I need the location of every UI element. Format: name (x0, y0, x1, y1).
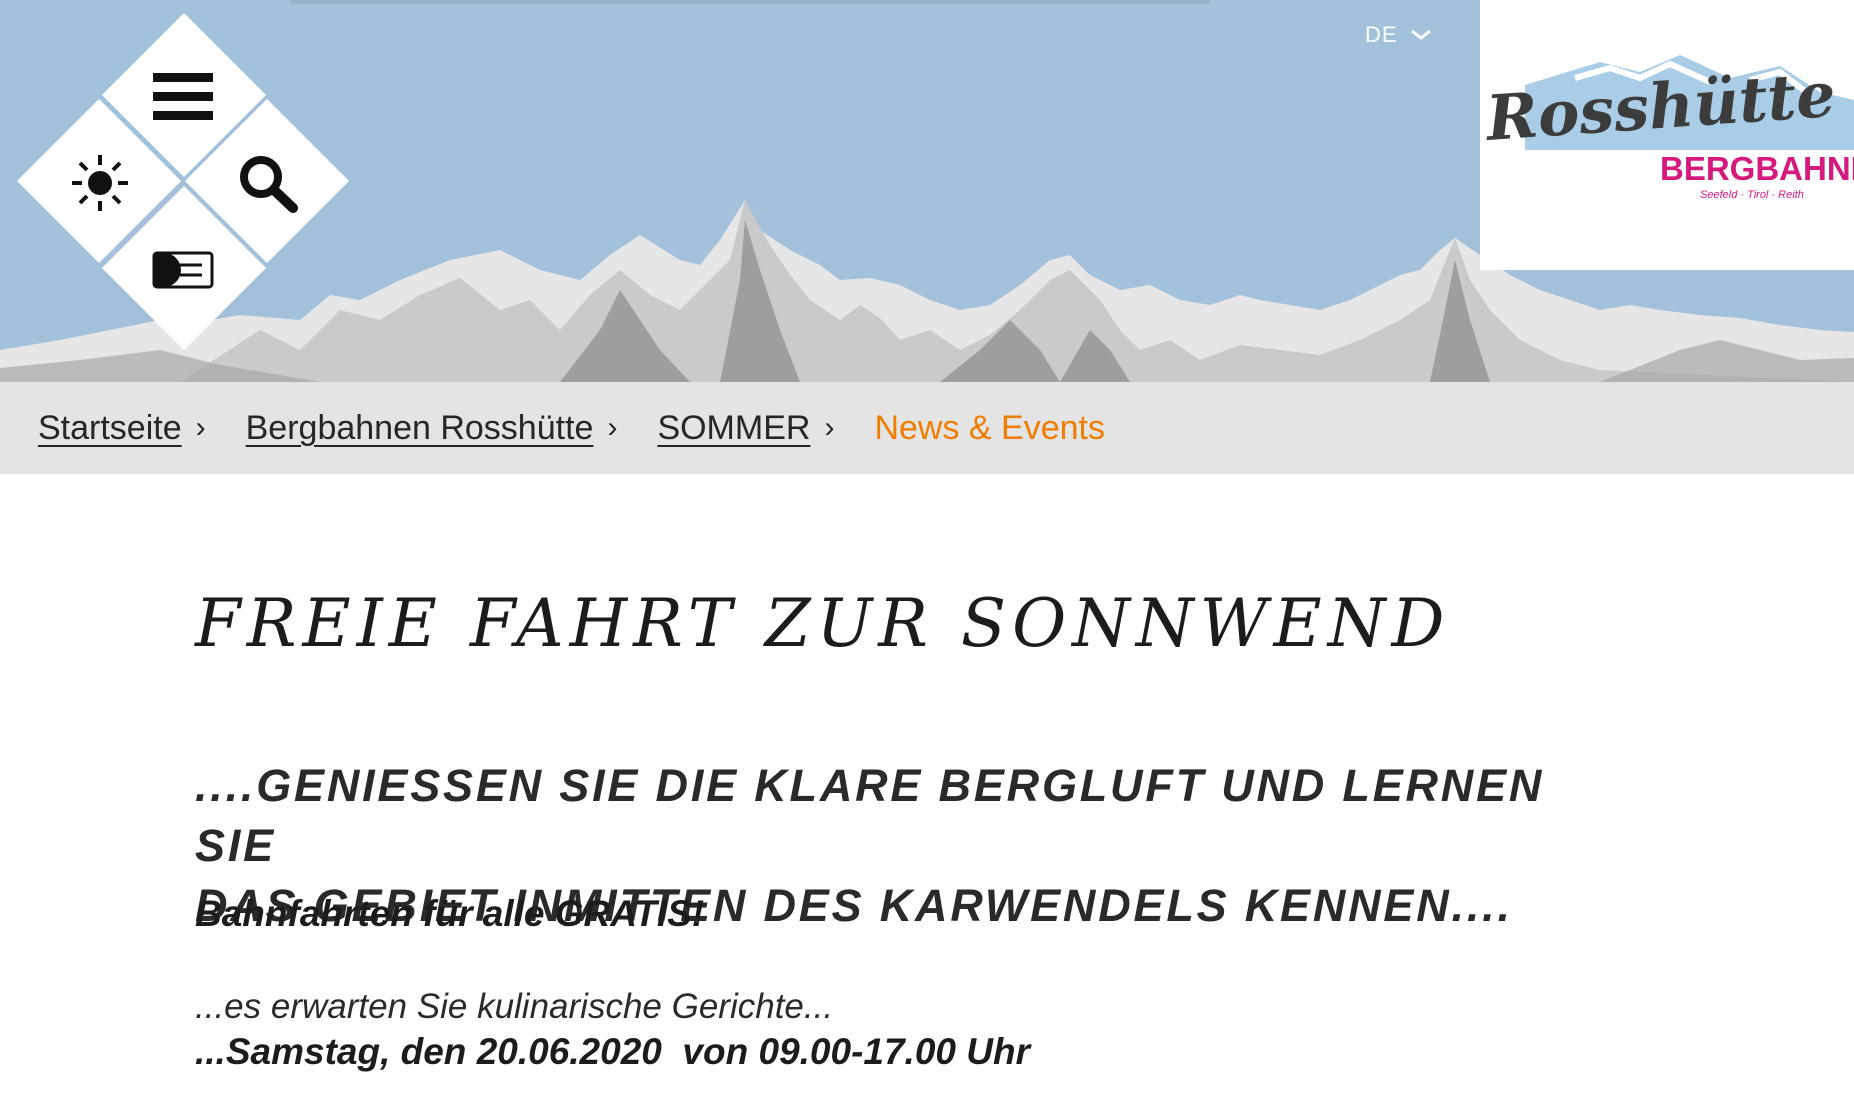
header-banner: DE Rosshütte BERGBAHN Seefeld · Tirol · … (0, 0, 1854, 382)
breadcrumb-separator: › (607, 411, 618, 444)
article-title: FREIE FAHRT ZUR SONNWEND (195, 585, 1451, 662)
ticket-card-icon[interactable] (152, 250, 214, 290)
breadcrumb: Startseite › Bergbahnen Rosshütte › SOMM… (0, 382, 1854, 474)
breadcrumb-home[interactable]: Startseite (38, 409, 182, 448)
subtitle-line-1: ....GENIESSEN SIE DIE KLARE BERGLUFT UND… (195, 760, 1545, 871)
event-date-text: ...Samstag, den 20.06.2020 von 09.00-17.… (195, 1031, 1030, 1072)
language-label: DE (1365, 22, 1398, 47)
free-rides-text: Bahnfahrten für alle GRATIS! (195, 893, 705, 934)
breadcrumb-current: News & Events (874, 408, 1105, 447)
breadcrumb-bergbahnen[interactable]: Bergbahnen Rosshütte (246, 409, 594, 448)
culinary-text: ...es erwarten Sie kulinarische Gerichte… (195, 987, 834, 1026)
rosshuette-logo[interactable]: Rosshütte BERGBAHNEN Seefeld · Tirol · R… (1480, 0, 1854, 270)
breadcrumb-separator: › (195, 411, 206, 444)
breadcrumb-separator: › (824, 411, 835, 444)
language-selector[interactable]: DE (1365, 22, 1432, 48)
breadcrumb-sommer[interactable]: SOMMER (657, 409, 810, 448)
svg-text:BERGBAHNEN: BERGBAHNEN (1660, 150, 1854, 187)
weather-sun-icon[interactable] (70, 153, 130, 213)
chevron-down-icon (1410, 29, 1431, 40)
search-icon[interactable] (237, 153, 299, 213)
svg-text:Seefeld · Tirol · Reith: Seefeld · Tirol · Reith (1700, 189, 1804, 201)
menu-icon[interactable] (152, 70, 214, 124)
top-shadow (290, 0, 1210, 4)
logo-graphic: Rosshütte BERGBAHNEN Seefeld · Tirol · R… (1482, 55, 1854, 201)
